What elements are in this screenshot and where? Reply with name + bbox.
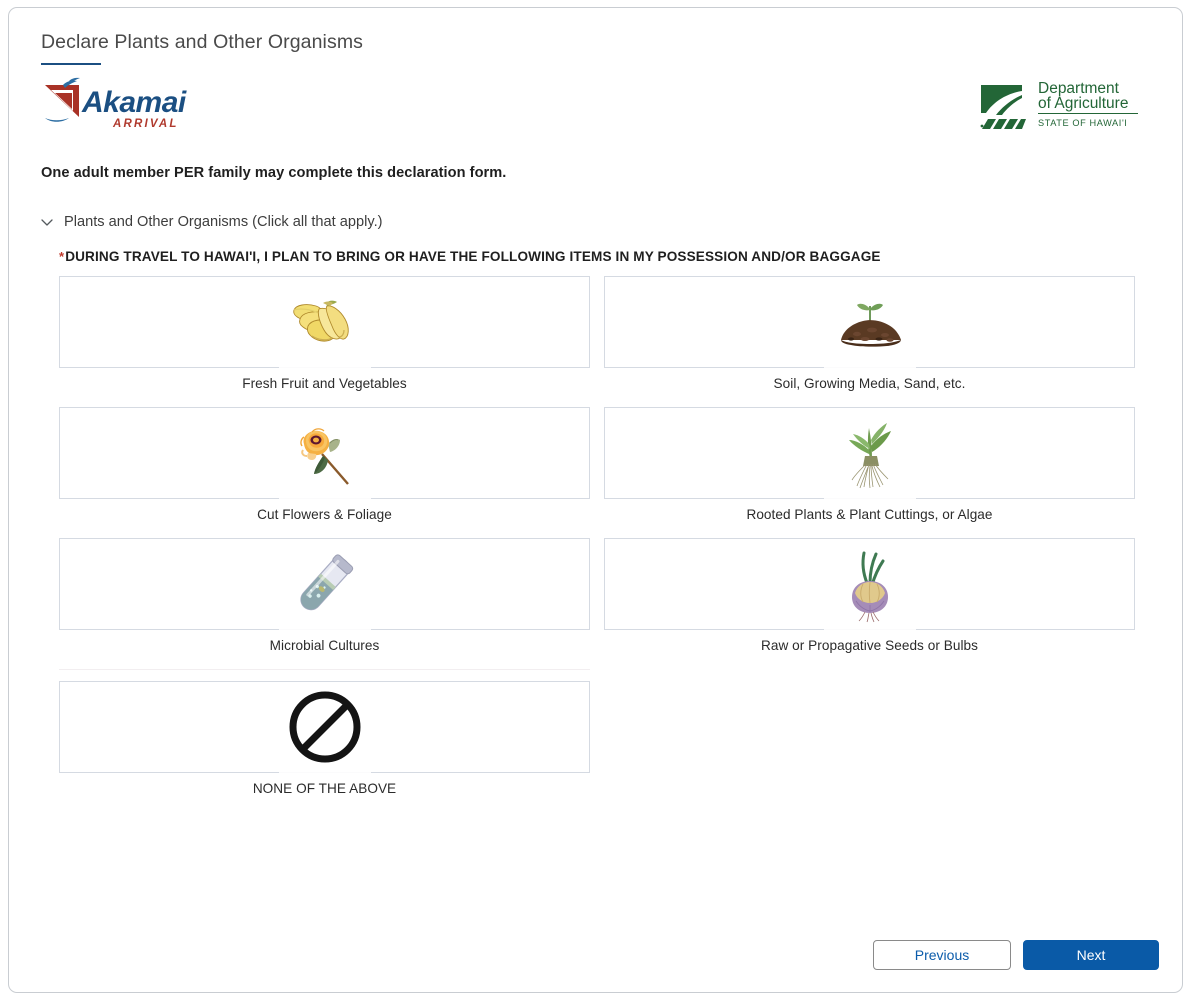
- option-rooted-plants-cuttings-algae[interactable]: Rooted Plants & Plant Cuttings, or Algae: [604, 407, 1135, 522]
- required-asterisk: *: [59, 249, 65, 264]
- form-footer: Previous Next: [873, 940, 1159, 970]
- section-title: Plants and Other Organisms (Click all th…: [64, 214, 383, 230]
- page-title: Declare Plants and Other Organisms: [41, 31, 364, 53]
- option-image-box[interactable]: [604, 538, 1135, 630]
- options-row: NONE OF THE ABOVE: [59, 669, 1163, 796]
- option-label: Soil, Growing Media, Sand, etc.: [773, 376, 966, 391]
- svg-text:ARRIVAL: ARRIVAL: [112, 118, 179, 130]
- chevron-down-icon[interactable]: [39, 214, 55, 230]
- option-image-box[interactable]: [604, 407, 1135, 499]
- option-cut-flowers-and-foliage[interactable]: Cut Flowers & Foliage: [59, 407, 590, 522]
- options-row: Fresh Fruit and Vegetables Soil, Growing…: [59, 276, 1163, 391]
- logo-row: Akamai ARRIVAL Department of Agriculture…: [33, 75, 1164, 137]
- one-adult-notice: One adult member PER family may complete…: [41, 165, 507, 181]
- form-content: Declare Plants and Other Organisms Akama…: [33, 30, 1164, 984]
- option-image-box[interactable]: [59, 276, 590, 368]
- section-header-plants-and-other-organisms[interactable]: Plants and Other Organisms (Click all th…: [39, 214, 1164, 230]
- option-none-of-the-above[interactable]: NONE OF THE ABOVE: [59, 681, 590, 796]
- option-label: Cut Flowers & Foliage: [257, 507, 392, 522]
- option-raw-or-propagative-seeds-or-bulbs[interactable]: Raw or Propagative Seeds or Bulbs: [604, 538, 1135, 653]
- svg-text:Akamai: Akamai: [81, 86, 187, 119]
- required-prompt-text: DURING TRAVEL TO HAWAI'I, I PLAN TO BRIN…: [65, 249, 881, 264]
- svg-text:of Agriculture: of Agriculture: [1038, 95, 1128, 112]
- next-button[interactable]: Next: [1023, 940, 1159, 970]
- option-fresh-fruit-and-vegetables[interactable]: Fresh Fruit and Vegetables: [59, 276, 590, 391]
- hawaii-department-of-agriculture-logo: Department of Agriculture STATE OF HAWAI…: [980, 80, 1138, 129]
- svg-text:STATE OF HAWAI'I: STATE OF HAWAI'I: [1038, 118, 1127, 128]
- option-label: Rooted Plants & Plant Cuttings, or Algae: [746, 507, 993, 522]
- declaration-page: Declare Plants and Other Organisms Akama…: [0, 0, 1193, 1001]
- option-image-box[interactable]: [59, 407, 590, 499]
- onion-bulb-image: [851, 551, 888, 623]
- form-card: Declare Plants and Other Organisms Akama…: [8, 7, 1183, 993]
- option-label: Raw or Propagative Seeds or Bulbs: [761, 638, 978, 653]
- option-image-box[interactable]: [59, 538, 590, 630]
- option-image-box[interactable]: [604, 276, 1135, 368]
- test-tube-image: [299, 554, 353, 611]
- prohibition-sign-image: [289, 691, 360, 763]
- required-prompt: *DURING TRAVEL TO HAWAI'I, I PLAN TO BRI…: [59, 249, 1164, 264]
- options-row: Microbial Cultures Raw or Propagative Se…: [59, 538, 1163, 653]
- option-image-box[interactable]: [59, 681, 590, 773]
- previous-button[interactable]: Previous: [873, 940, 1011, 970]
- options-row: Cut Flowers & Foliage Rooted Plants & Pl…: [59, 407, 1163, 522]
- bananas-image: [292, 300, 349, 342]
- option-soil-growing-media-sand[interactable]: Soil, Growing Media, Sand, etc.: [604, 276, 1135, 391]
- option-microbial-cultures[interactable]: Microbial Cultures: [59, 538, 590, 653]
- rooted-plant-image: [848, 423, 891, 489]
- akamai-arrival-logo: Akamai ARRIVAL: [45, 77, 187, 130]
- title-underline: [41, 63, 101, 65]
- cut-flower-image: [299, 428, 349, 485]
- option-label: Fresh Fruit and Vegetables: [242, 376, 407, 391]
- soil-mound-image: [840, 303, 901, 347]
- options-grid: Fresh Fruit and Vegetables Soil, Growing…: [59, 276, 1163, 796]
- option-label: Microbial Cultures: [269, 638, 380, 653]
- option-label: NONE OF THE ABOVE: [252, 781, 397, 796]
